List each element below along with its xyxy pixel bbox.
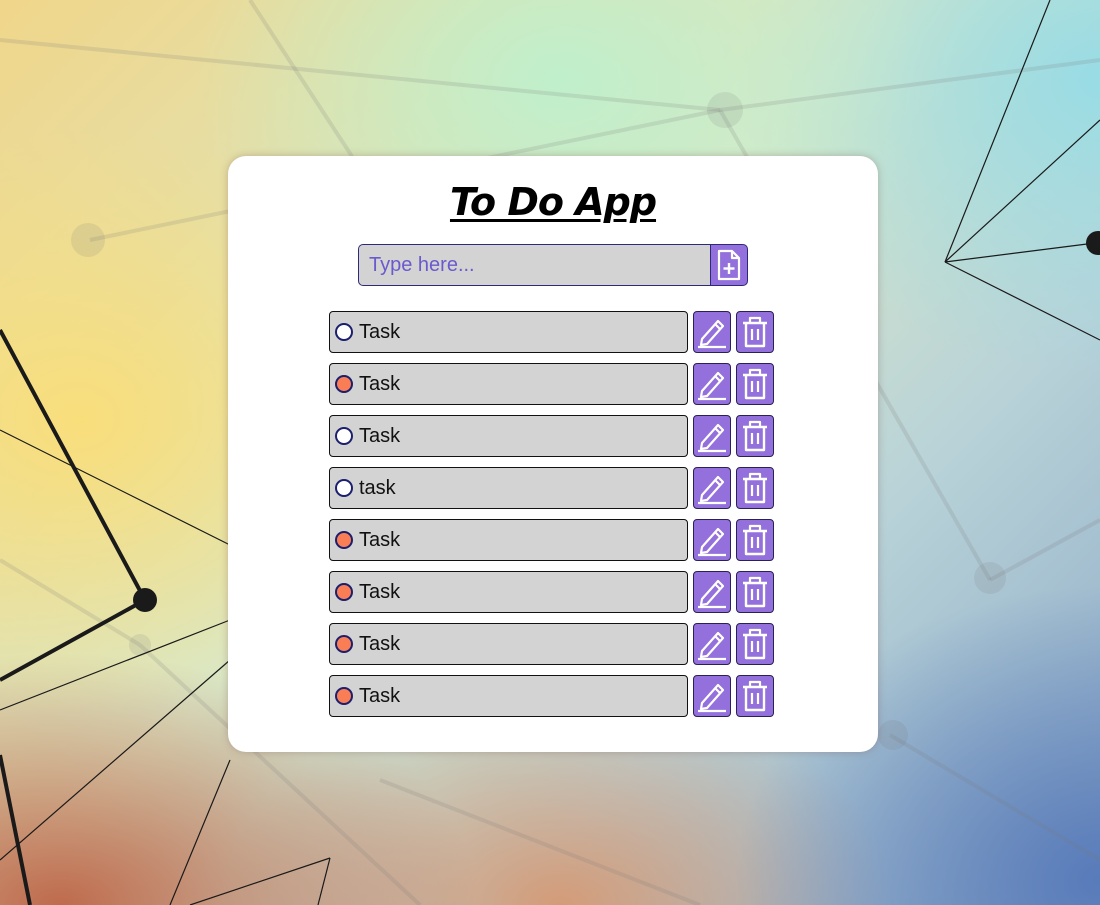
task-status-toggle[interactable]: [335, 375, 353, 393]
edit-task-button[interactable]: [693, 415, 731, 457]
pencil-icon: [698, 527, 726, 557]
task-field[interactable]: Task: [329, 519, 688, 561]
task-text: Task: [359, 684, 401, 707]
task-field[interactable]: Task: [329, 675, 688, 717]
edit-task-button[interactable]: [693, 363, 731, 405]
edit-task-button[interactable]: [693, 571, 731, 613]
delete-task-button[interactable]: [736, 519, 774, 561]
trash-icon: [743, 316, 767, 348]
edit-task-button[interactable]: [693, 467, 731, 509]
delete-task-button[interactable]: [736, 675, 774, 717]
pencil-icon: [698, 371, 726, 401]
task-item: task: [329, 467, 779, 509]
task-item: Task: [329, 571, 779, 613]
pencil-icon: [698, 683, 726, 713]
task-item: Task: [329, 415, 779, 457]
delete-task-button[interactable]: [736, 571, 774, 613]
task-item: Task: [329, 623, 779, 665]
task-field[interactable]: Task: [329, 363, 688, 405]
trash-icon: [743, 420, 767, 452]
trash-icon: [743, 576, 767, 608]
task-field[interactable]: task: [329, 467, 688, 509]
task-field[interactable]: Task: [329, 311, 688, 353]
task-text: task: [359, 476, 396, 499]
delete-task-button[interactable]: [736, 467, 774, 509]
delete-task-button[interactable]: [736, 363, 774, 405]
task-status-toggle[interactable]: [335, 531, 353, 549]
pencil-icon: [698, 319, 726, 349]
edit-task-button[interactable]: [693, 519, 731, 561]
app-title: To Do App: [449, 180, 657, 224]
delete-task-button[interactable]: [736, 415, 774, 457]
task-text: Task: [359, 632, 401, 655]
task-item: Task: [329, 363, 779, 405]
task-status-toggle[interactable]: [335, 687, 353, 705]
task-field[interactable]: Task: [329, 415, 688, 457]
trash-icon: [743, 524, 767, 556]
add-task-button[interactable]: [710, 244, 748, 286]
task-text: Task: [359, 580, 401, 603]
task-status-toggle[interactable]: [335, 635, 353, 653]
delete-task-button[interactable]: [736, 311, 774, 353]
task-status-toggle[interactable]: [335, 323, 353, 341]
edit-task-button[interactable]: [693, 623, 731, 665]
delete-task-button[interactable]: [736, 623, 774, 665]
task-text: Task: [359, 372, 401, 395]
trash-icon: [743, 680, 767, 712]
trash-icon: [743, 472, 767, 504]
pencil-icon: [698, 423, 726, 453]
edit-task-button[interactable]: [693, 311, 731, 353]
task-field[interactable]: Task: [329, 623, 688, 665]
new-task-form: [358, 244, 748, 286]
pencil-icon: [698, 631, 726, 661]
task-list: Task Task Task task Task Task Task Task: [329, 311, 779, 727]
task-item: Task: [329, 519, 779, 561]
file-plus-icon: [717, 249, 741, 281]
task-status-toggle[interactable]: [335, 427, 353, 445]
task-status-toggle[interactable]: [335, 583, 353, 601]
task-status-toggle[interactable]: [335, 479, 353, 497]
task-text: Task: [359, 320, 401, 343]
pencil-icon: [698, 475, 726, 505]
task-text: Task: [359, 528, 401, 551]
task-item: Task: [329, 675, 779, 717]
task-item: Task: [329, 311, 779, 353]
trash-icon: [743, 368, 767, 400]
edit-task-button[interactable]: [693, 675, 731, 717]
task-field[interactable]: Task: [329, 571, 688, 613]
new-task-input[interactable]: [358, 244, 710, 286]
pencil-icon: [698, 579, 726, 609]
trash-icon: [743, 628, 767, 660]
task-text: Task: [359, 424, 401, 447]
todo-card: To Do App Task: [228, 156, 878, 752]
